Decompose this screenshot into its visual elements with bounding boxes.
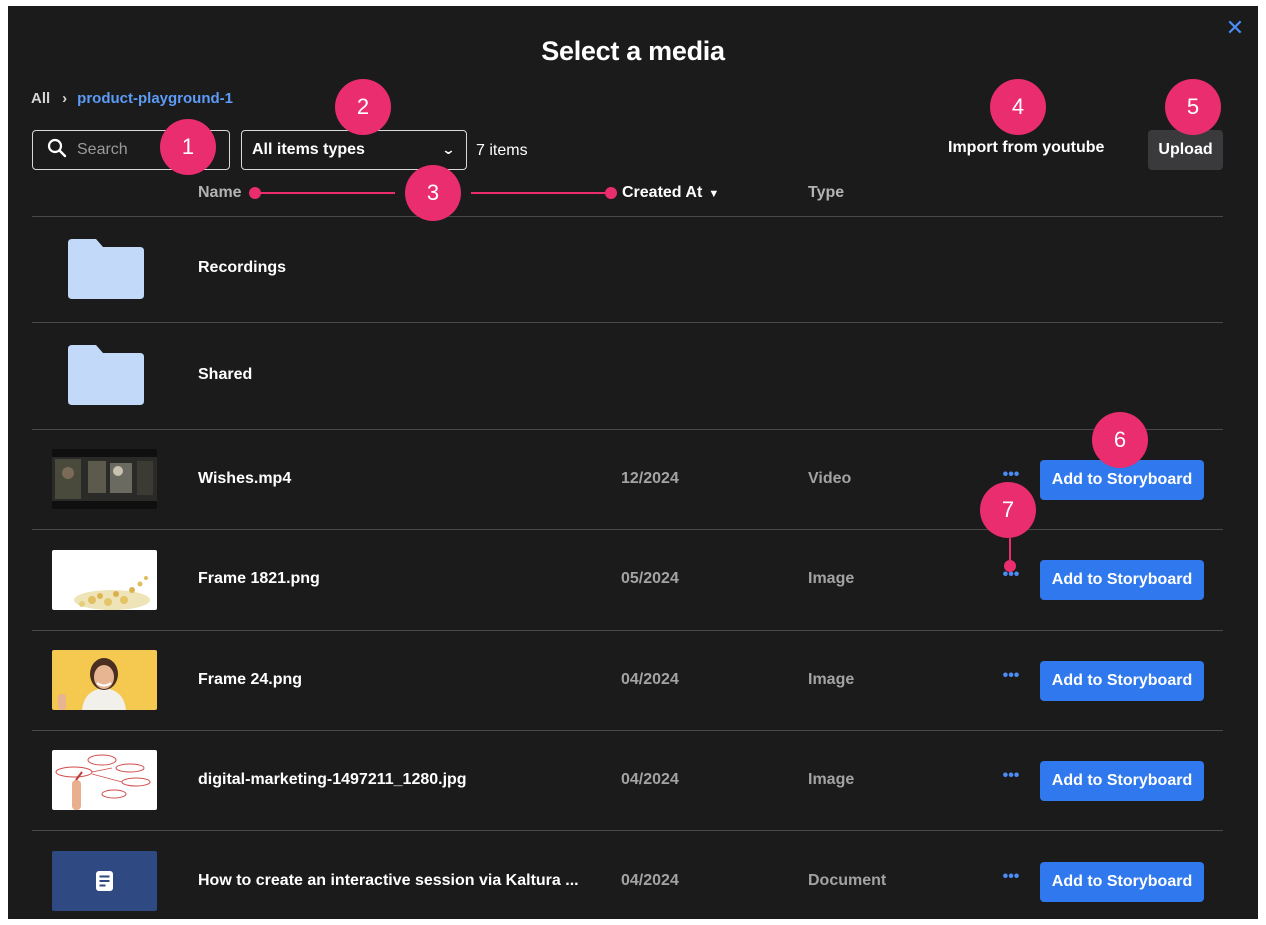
media-type: Image bbox=[808, 771, 855, 788]
breadcrumb-root[interactable]: All bbox=[31, 90, 50, 107]
image-thumbnail bbox=[52, 550, 157, 610]
media-row[interactable]: digital-marketing-1497211_1280.jpg 04/20… bbox=[32, 731, 1223, 830]
item-type-filter-value: All items types bbox=[252, 141, 365, 158]
media-picker-dialog: ✕ Select a media All › product-playgroun… bbox=[8, 6, 1258, 919]
annotation-badge-5: 5 bbox=[1165, 79, 1221, 135]
breadcrumb-current[interactable]: product-playground-1 bbox=[77, 90, 233, 107]
media-type: Image bbox=[808, 570, 855, 587]
folder-name: Recordings bbox=[198, 259, 287, 276]
media-type: Video bbox=[808, 470, 852, 487]
media-type: Document bbox=[808, 872, 887, 889]
image-thumbnail bbox=[52, 650, 157, 710]
annotation-badge-7: 7 bbox=[980, 482, 1036, 538]
folder-row[interactable]: Recordings bbox=[32, 217, 1223, 322]
upload-button[interactable]: Upload bbox=[1148, 130, 1223, 170]
annotation-badge-6: 6 bbox=[1092, 412, 1148, 468]
folder-row[interactable]: Shared bbox=[32, 323, 1223, 429]
annotation-line bbox=[471, 192, 611, 194]
annotation-line bbox=[255, 192, 395, 194]
media-name: digital-marketing-1497211_1280.jpg bbox=[198, 771, 467, 788]
media-date: 04/2024 bbox=[621, 872, 679, 889]
media-date: 05/2024 bbox=[621, 570, 679, 587]
item-count: 7 items bbox=[476, 142, 528, 159]
more-options-icon[interactable]: ••• bbox=[999, 667, 1023, 685]
add-to-storyboard-button[interactable]: Add to Storyboard bbox=[1040, 862, 1204, 902]
sort-chevron-down-icon: ▼ bbox=[708, 188, 720, 200]
document-thumbnail bbox=[52, 851, 157, 911]
folder-icon bbox=[68, 345, 144, 405]
media-date: 04/2024 bbox=[621, 771, 679, 788]
column-header-created-at-label: Created At bbox=[622, 184, 703, 201]
annotation-badge-4: 4 bbox=[990, 79, 1046, 135]
media-date: 12/2024 bbox=[621, 470, 679, 487]
annotation-dot bbox=[605, 187, 617, 199]
breadcrumb-separator-icon: › bbox=[62, 90, 68, 107]
add-to-storyboard-button[interactable]: Add to Storyboard bbox=[1040, 661, 1204, 701]
search-icon bbox=[47, 138, 67, 163]
folder-name: Shared bbox=[198, 366, 253, 383]
item-type-filter-select[interactable]: All items types ⌄ bbox=[241, 130, 467, 170]
column-header-type: Type bbox=[808, 184, 845, 201]
import-from-youtube-button[interactable]: Import from youtube bbox=[948, 139, 1104, 157]
folder-icon bbox=[68, 239, 144, 299]
image-thumbnail bbox=[52, 750, 157, 810]
column-header-name[interactable]: Name bbox=[198, 184, 242, 202]
media-name: Frame 24.png bbox=[198, 671, 303, 688]
media-name: Frame 1821.png bbox=[198, 570, 320, 587]
more-options-icon[interactable]: ••• bbox=[999, 767, 1023, 785]
media-row[interactable]: How to create an interactive session via… bbox=[32, 831, 1223, 919]
annotation-badge-1: 1 bbox=[160, 119, 216, 175]
document-icon bbox=[96, 871, 113, 891]
media-row[interactable]: Frame 1821.png 05/2024 Image ••• Add to … bbox=[32, 530, 1223, 630]
breadcrumb: All › product-playground-1 bbox=[31, 90, 233, 107]
annotation-badge-2: 2 bbox=[335, 79, 391, 135]
column-header-created-at[interactable]: Created At ▼ bbox=[622, 184, 719, 202]
annotation-dot bbox=[1004, 560, 1016, 572]
chevron-down-icon: ⌄ bbox=[441, 142, 456, 157]
video-thumbnail bbox=[52, 449, 157, 509]
media-row[interactable]: Wishes.mp4 12/2024 Video ••• Add to Stor… bbox=[32, 430, 1223, 529]
screenshot-canvas: ✕ Select a media All › product-playgroun… bbox=[0, 0, 1266, 925]
media-date: 04/2024 bbox=[621, 671, 679, 688]
add-to-storyboard-button[interactable]: Add to Storyboard bbox=[1040, 761, 1204, 801]
add-to-storyboard-button[interactable]: Add to Storyboard bbox=[1040, 560, 1204, 600]
media-row[interactable]: Frame 24.png 04/2024 Image ••• Add to St… bbox=[32, 631, 1223, 730]
dialog-title: Select a media bbox=[541, 36, 725, 66]
media-name: How to create an interactive session via… bbox=[198, 872, 579, 889]
annotation-badge-3: 3 bbox=[405, 165, 461, 221]
more-options-icon[interactable]: ••• bbox=[999, 868, 1023, 886]
media-type: Image bbox=[808, 671, 855, 688]
media-name: Wishes.mp4 bbox=[198, 470, 292, 487]
